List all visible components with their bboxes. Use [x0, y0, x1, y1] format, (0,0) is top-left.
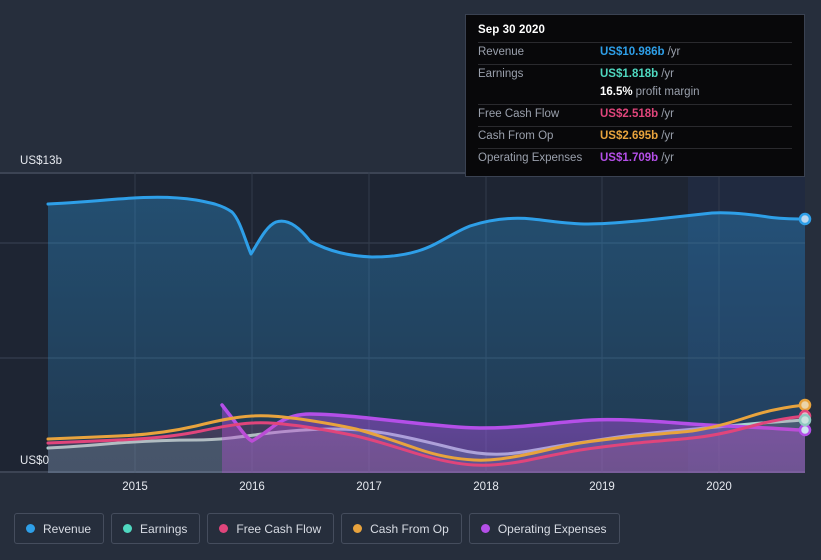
- earnings-endpoint-marker: [798, 413, 812, 427]
- operating-expenses-endpoint-marker: [798, 423, 812, 437]
- x-axis-tick-2019: 2019: [589, 481, 615, 493]
- free-cash-flow-color-dot-icon: [219, 524, 229, 533]
- legend-item-earnings[interactable]: Earnings: [111, 513, 201, 544]
- tooltip-row-cash-from-op: Cash From Op US$2.695b /yr: [478, 126, 792, 148]
- chart-legend: Revenue Earnings Free Cash Flow Cash Fro…: [14, 513, 620, 544]
- tooltip-label-cash-from-op: Cash From Op: [478, 130, 554, 142]
- tooltip-value-revenue: US$10.986b: [600, 46, 665, 58]
- revenue-endpoint-marker: [798, 212, 812, 226]
- tooltip-value-earnings: US$1.818b: [600, 68, 659, 80]
- tooltip-label-operating-expenses: Operating Expenses: [478, 152, 583, 164]
- tooltip-value-operating-expenses: US$1.709b: [600, 152, 659, 164]
- tooltip-unit-revenue: /yr: [667, 46, 681, 58]
- legend-label-revenue: Revenue: [43, 521, 92, 536]
- tooltip-unit-earnings: /yr: [661, 68, 674, 80]
- legend-label-cash-from-op: Cash From Op: [370, 521, 449, 536]
- legend-label-earnings: Earnings: [140, 521, 188, 536]
- tooltip-label-earnings: Earnings: [478, 68, 524, 80]
- tooltip-unit-profit-margin: profit margin: [635, 86, 700, 98]
- operating-expenses-color-dot-icon: [480, 524, 490, 533]
- legend-label-free-cash-flow: Free Cash Flow: [236, 521, 322, 536]
- legend-item-operating-expenses[interactable]: Operating Expenses: [468, 513, 620, 544]
- cash-from-op-color-dot-icon: [353, 524, 363, 533]
- tooltip-row-profit-margin: 16.5% profit margin: [478, 86, 792, 104]
- legend-item-revenue[interactable]: Revenue: [14, 513, 105, 544]
- tooltip-row-revenue: Revenue US$10.986b /yr: [478, 42, 792, 64]
- legend-label-operating-expenses: Operating Expenses: [497, 521, 607, 536]
- tooltip-row-free-cash-flow: Free Cash Flow US$2.518b /yr: [478, 104, 792, 126]
- legend-item-free-cash-flow[interactable]: Free Cash Flow: [207, 513, 335, 544]
- earnings-color-dot-icon: [123, 524, 133, 533]
- x-axis-tick-2020: 2020: [706, 481, 732, 493]
- x-axis-tick-2018: 2018: [473, 481, 499, 493]
- x-axis-tick-2016: 2016: [239, 481, 265, 493]
- x-axis-tick-2015: 2015: [122, 481, 148, 493]
- tooltip-unit-operating-expenses: /yr: [661, 152, 674, 164]
- tooltip-label-free-cash-flow: Free Cash Flow: [478, 108, 560, 120]
- tooltip-value-free-cash-flow: US$2.518b: [600, 108, 659, 120]
- tooltip-label-revenue: Revenue: [478, 46, 525, 58]
- tooltip-row-earnings: Earnings US$1.818b /yr: [478, 64, 792, 86]
- tooltip-unit-cash-from-op: /yr: [661, 130, 674, 142]
- revenue-color-dot-icon: [26, 524, 35, 533]
- tooltip-value-cash-from-op: US$2.695b: [600, 130, 659, 142]
- y-axis-max-label: US$13b: [20, 155, 63, 167]
- tooltip-value-profit-margin: 16.5%: [600, 86, 633, 98]
- tooltip-unit-free-cash-flow: /yr: [661, 108, 674, 120]
- tooltip-row-operating-expenses: Operating Expenses US$1.709b /yr: [478, 148, 792, 170]
- y-axis-zero-label: US$0: [20, 455, 50, 467]
- x-axis-tick-2017: 2017: [356, 481, 382, 493]
- legend-item-cash-from-op[interactable]: Cash From Op: [341, 513, 462, 544]
- financial-performance-chart-panel: US$13b US$0 2015 2016 2017 2018 2019 202…: [0, 0, 821, 560]
- tooltip-date-title: Sep 30 2020: [478, 24, 545, 36]
- chart-tooltip: Sep 30 2020 Revenue US$10.986b /yr Earni…: [465, 14, 805, 177]
- cash-from-op-endpoint-marker: [798, 398, 812, 412]
